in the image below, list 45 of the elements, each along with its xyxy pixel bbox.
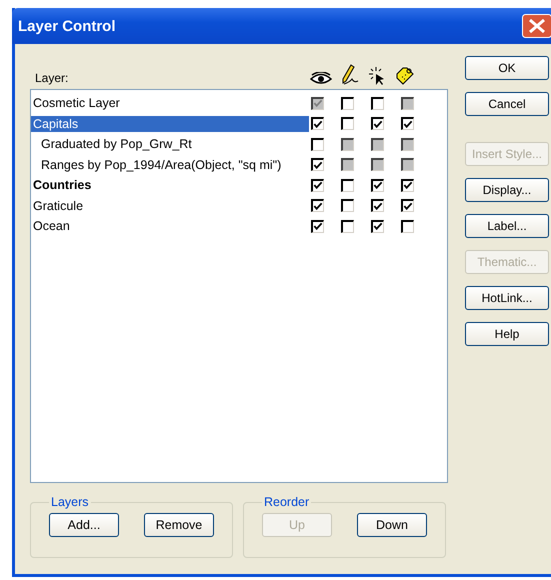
dialog-button[interactable]: OK	[465, 56, 549, 80]
group-title: Reorder	[263, 495, 310, 509]
checkbox[interactable]	[311, 199, 324, 212]
layer-item[interactable]: Graticule	[31, 198, 309, 214]
checkbox[interactable]	[311, 158, 324, 172]
checkbox[interactable]	[401, 199, 414, 212]
dialog-button[interactable]: Display...	[465, 178, 549, 202]
checkbox[interactable]	[341, 199, 354, 212]
checkbox[interactable]	[371, 117, 384, 130]
checkbox[interactable]	[341, 117, 354, 130]
checkbox[interactable]	[341, 178, 354, 192]
layer-item[interactable]: Graduated by Pop_Grw_Rt	[39, 136, 309, 152]
layer-item[interactable]: Capitals	[31, 116, 309, 132]
list-label: Layer:	[35, 71, 68, 85]
layer-item[interactable]: Ranges by Pop_1994/Area(Object, "sq mi")	[39, 156, 309, 173]
checkbox[interactable]	[311, 117, 324, 130]
layer-item[interactable]: Countries	[31, 177, 309, 194]
dialog-button[interactable]: Down	[357, 513, 427, 537]
checkbox[interactable]	[371, 199, 384, 212]
dialog-button[interactable]: Label...	[465, 214, 549, 238]
dialog-button[interactable]: Remove	[144, 513, 214, 537]
group-title: Layers	[50, 495, 90, 509]
checkbox[interactable]	[371, 178, 384, 192]
dialog-button[interactable]: Add...	[49, 513, 119, 537]
checkbox[interactable]	[311, 178, 324, 192]
checkbox[interactable]	[401, 178, 414, 192]
checkbox[interactable]	[401, 117, 414, 130]
checkbox[interactable]	[341, 96, 354, 110]
checkbox[interactable]	[311, 220, 324, 233]
eye-icon	[310, 72, 332, 86]
close-icon[interactable]	[522, 14, 551, 38]
checkbox[interactable]	[401, 220, 414, 233]
dialog-button[interactable]: Help	[465, 322, 549, 346]
cursor-icon	[368, 66, 386, 86]
layer-item[interactable]: Cosmetic Layer	[31, 95, 309, 112]
dialog-button[interactable]: Cancel	[465, 92, 549, 116]
layer-item[interactable]: Ocean	[31, 218, 309, 234]
dialog-button[interactable]: HotLink...	[465, 286, 549, 310]
tag-icon	[395, 66, 416, 86]
checkbox[interactable]	[371, 96, 384, 110]
checkbox[interactable]	[341, 220, 354, 233]
checkbox[interactable]	[311, 138, 324, 151]
checkbox[interactable]	[371, 220, 384, 233]
window-title: Layer Control	[18, 18, 116, 34]
pencil-icon	[341, 64, 360, 86]
